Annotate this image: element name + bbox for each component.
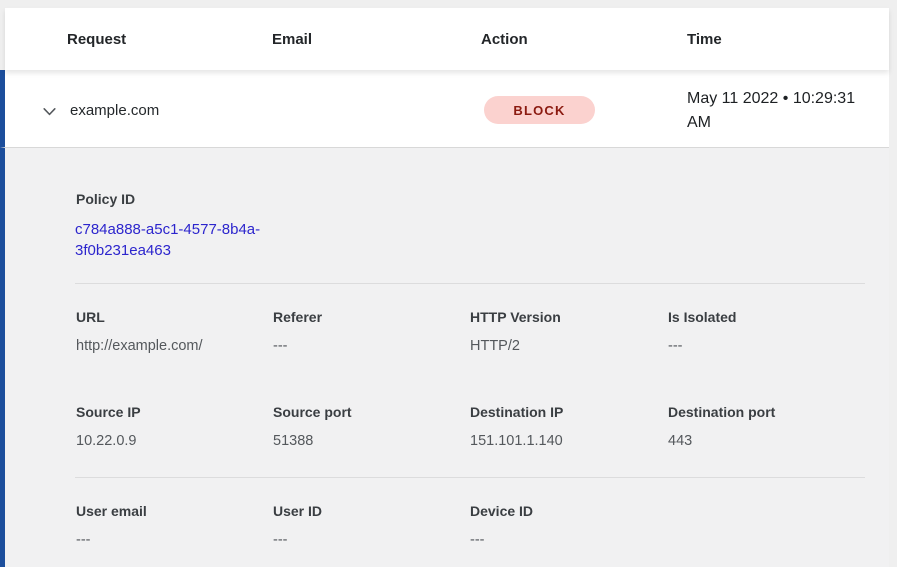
detail-field-destination-ip: Destination IP 151.101.1.140 — [470, 405, 660, 449]
chevron-down-icon — [41, 103, 58, 120]
detail-field-value: http://example.com/ — [76, 339, 266, 354]
detail-field-label: User email — [76, 504, 266, 519]
detail-field-source-ip: Source IP 10.22.0.9 — [76, 405, 266, 449]
collapse-row-button[interactable] — [39, 101, 59, 121]
table-row[interactable]: example.com BLOCK May 11 2022 • 10:29:31… — [0, 70, 889, 148]
column-header-request: Request — [67, 32, 126, 48]
detail-field-label: URL — [76, 310, 266, 325]
detail-field-value: --- — [273, 533, 463, 548]
detail-field-label: Device ID — [470, 504, 660, 519]
detail-field-referer: Referer --- — [273, 310, 463, 354]
detail-field-label: Destination IP — [470, 405, 660, 420]
detail-field-device-id: Device ID --- — [470, 504, 660, 548]
detail-field-label: Destination port — [668, 405, 858, 420]
detail-field-value: --- — [76, 533, 266, 548]
detail-field-label: Source port — [273, 405, 463, 420]
detail-field-label: HTTP Version — [470, 310, 660, 325]
column-header-time: Time — [687, 32, 722, 48]
row-request-value: example.com — [70, 103, 159, 119]
detail-field-value: 51388 — [273, 434, 463, 449]
detail-field-source-port: Source port 51388 — [273, 405, 463, 449]
detail-field-value: 443 — [668, 434, 858, 449]
detail-field-value: --- — [470, 533, 660, 548]
policy-id-link[interactable]: c784a888-a5c1-4577-8b4a-3f0b231ea463 — [75, 219, 273, 261]
detail-field-value: --- — [273, 339, 463, 354]
detail-field-url: URL http://example.com/ — [76, 310, 266, 354]
detail-field-user-email: User email --- — [76, 504, 266, 548]
column-header-email: Email — [272, 32, 312, 48]
detail-field-value: 10.22.0.9 — [76, 434, 266, 449]
detail-field-is-isolated: Is Isolated --- — [668, 310, 858, 354]
action-badge-label: BLOCK — [513, 104, 565, 117]
divider — [75, 477, 865, 478]
detail-field-value: --- — [668, 339, 858, 354]
divider — [75, 283, 865, 284]
detail-field-value: HTTP/2 — [470, 339, 660, 354]
row-time-value: May 11 2022 • 10:29:31 AM — [687, 87, 877, 135]
detail-field-value: 151.101.1.140 — [470, 434, 660, 449]
detail-field-label: User ID — [273, 504, 463, 519]
detail-field-http-version: HTTP Version HTTP/2 — [470, 310, 660, 354]
detail-field-label: Is Isolated — [668, 310, 858, 325]
row-details-panel: Policy ID c784a888-a5c1-4577-8b4a-3f0b23… — [0, 148, 889, 567]
action-badge: BLOCK — [484, 96, 595, 124]
policy-id-label: Policy ID — [76, 192, 135, 207]
column-header-action: Action — [481, 32, 528, 48]
detail-field-user-id: User ID --- — [273, 504, 463, 548]
detail-field-label: Source IP — [76, 405, 266, 420]
table-header: Request Email Action Time — [5, 8, 889, 70]
detail-field-label: Referer — [273, 310, 463, 325]
detail-field-destination-port: Destination port 443 — [668, 405, 858, 449]
gateway-log-page: Request Email Action Time example.com BL… — [0, 0, 897, 567]
